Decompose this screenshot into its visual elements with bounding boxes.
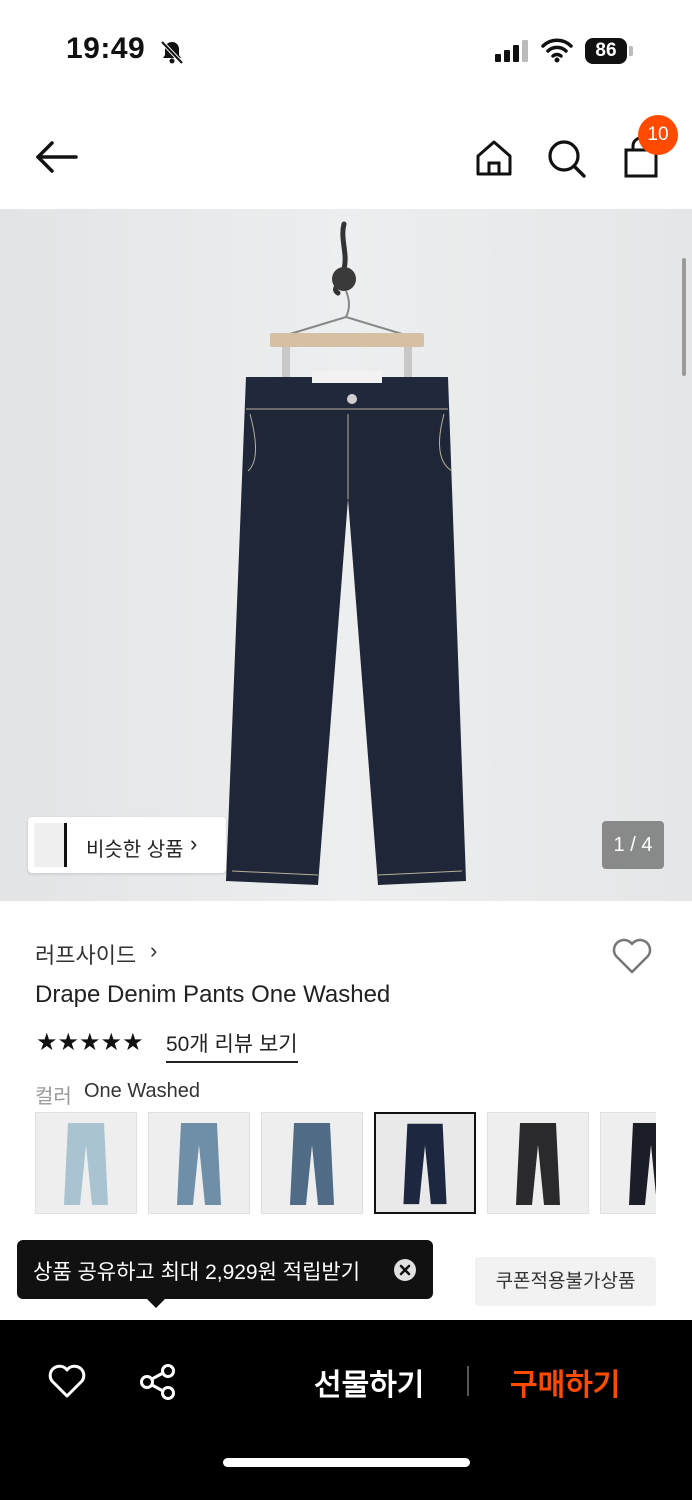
- similar-products-button[interactable]: 비슷한 상품 ›: [28, 817, 226, 873]
- bottom-action-bar: 선물하기 구매하기: [0, 1320, 692, 1500]
- divider: [467, 1366, 469, 1396]
- denim-pants-illustration: [0, 209, 692, 901]
- tooltip-arrow: [146, 1298, 166, 1308]
- swatch-pants-thumbnail: [403, 1123, 447, 1205]
- color-swatch-list: [35, 1112, 656, 1216]
- similar-thumbnail: [34, 823, 67, 867]
- swatch-pants-thumbnail: [629, 1123, 656, 1205]
- color-swatch[interactable]: [600, 1112, 656, 1214]
- signal-icon: [495, 40, 531, 62]
- home-indicator[interactable]: [223, 1458, 470, 1467]
- chevron-right-icon: ›: [190, 831, 198, 856]
- share-icon[interactable]: [138, 1362, 178, 1402]
- buy-button[interactable]: 구매하기: [510, 1360, 620, 1404]
- color-swatch[interactable]: [487, 1112, 589, 1214]
- back-arrow-icon[interactable]: [30, 135, 82, 179]
- close-icon[interactable]: [393, 1258, 417, 1282]
- swatch-pants-thumbnail: [516, 1123, 560, 1205]
- swatch-pants-thumbnail: [290, 1123, 334, 1205]
- color-swatch[interactable]: [148, 1112, 250, 1214]
- battery-level: 86: [585, 38, 627, 64]
- battery-tip: [629, 46, 633, 56]
- rating-stars: ★★★★★: [36, 1029, 144, 1056]
- tooltip-text: 상품 공유하고 최대 2,929원 적립받기: [33, 1261, 361, 1284]
- color-swatch[interactable]: [261, 1112, 363, 1214]
- product-image[interactable]: [0, 209, 692, 901]
- share-reward-tooltip: 상품 공유하고 최대 2,929원 적립받기: [17, 1240, 433, 1299]
- image-page-counter: 1 / 4: [602, 821, 664, 869]
- coupon-unavailable-tag: 쿠폰적용불가상품: [475, 1257, 656, 1306]
- color-label: 컬러: [35, 1086, 72, 1108]
- home-icon[interactable]: [472, 136, 516, 180]
- status-time: 19:49: [66, 32, 146, 65]
- bell-off-icon: [160, 40, 184, 65]
- brand-link[interactable]: 러프사이드: [35, 938, 136, 970]
- color-swatch[interactable]: [35, 1112, 137, 1214]
- review-link[interactable]: 50개 리뷰 보기: [166, 1028, 298, 1063]
- chevron-right-icon[interactable]: ›: [150, 938, 157, 964]
- heart-icon[interactable]: [609, 934, 655, 978]
- cart-count-badge: 10: [638, 115, 678, 155]
- swatch-pants-thumbnail: [177, 1123, 221, 1205]
- color-swatch[interactable]: [374, 1112, 476, 1214]
- wifi-icon: [541, 38, 573, 63]
- search-icon[interactable]: [544, 136, 588, 180]
- scroll-indicator[interactable]: [682, 258, 686, 376]
- similar-products-label: 비슷한 상품: [86, 839, 184, 861]
- swatch-pants-thumbnail: [64, 1123, 108, 1205]
- product-title: Drape Denim Pants One Washed: [35, 981, 391, 1008]
- color-value: One Washed: [84, 1080, 200, 1102]
- heart-icon[interactable]: [47, 1362, 87, 1400]
- gift-button[interactable]: 선물하기: [314, 1360, 424, 1404]
